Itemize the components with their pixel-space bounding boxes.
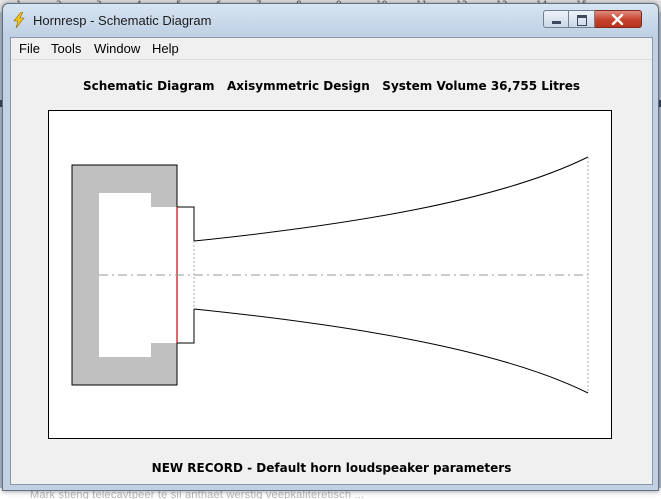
hornresp-window: Hornresp - Schematic Diagram File Tools … (2, 3, 659, 491)
window-title: Hornresp - Schematic Diagram (33, 13, 212, 28)
title-bar[interactable]: Hornresp - Schematic Diagram (3, 4, 658, 36)
diagram-heading: Schematic Diagram Axisymmetric Design Sy… (82, 79, 581, 93)
schematic-diagram (48, 110, 612, 439)
maximize-button[interactable] (569, 10, 595, 28)
record-status: NEW RECORD - Default horn loudspeaker pa… (151, 461, 512, 475)
client-area: File Tools Window Help Schematic Diagram… (10, 37, 653, 485)
minimize-button[interactable] (543, 10, 569, 28)
maximize-icon (577, 15, 587, 26)
close-icon (611, 14, 624, 25)
menu-help[interactable]: Help (152, 41, 179, 56)
throat-adapter (177, 309, 195, 344)
menu-tools[interactable]: Tools (51, 41, 81, 56)
menu-window[interactable]: Window (94, 41, 140, 56)
throat-adapter (177, 206, 195, 241)
menu-file[interactable]: File (19, 41, 40, 56)
menu-bar: File Tools Window Help (11, 38, 652, 60)
close-button[interactable] (595, 10, 642, 28)
schematic-canvas (71, 156, 589, 394)
minimize-icon (552, 21, 561, 24)
lightning-bolt-icon (13, 12, 25, 28)
horn-lower-flare (193, 308, 589, 394)
horn-upper-flare (193, 156, 589, 242)
